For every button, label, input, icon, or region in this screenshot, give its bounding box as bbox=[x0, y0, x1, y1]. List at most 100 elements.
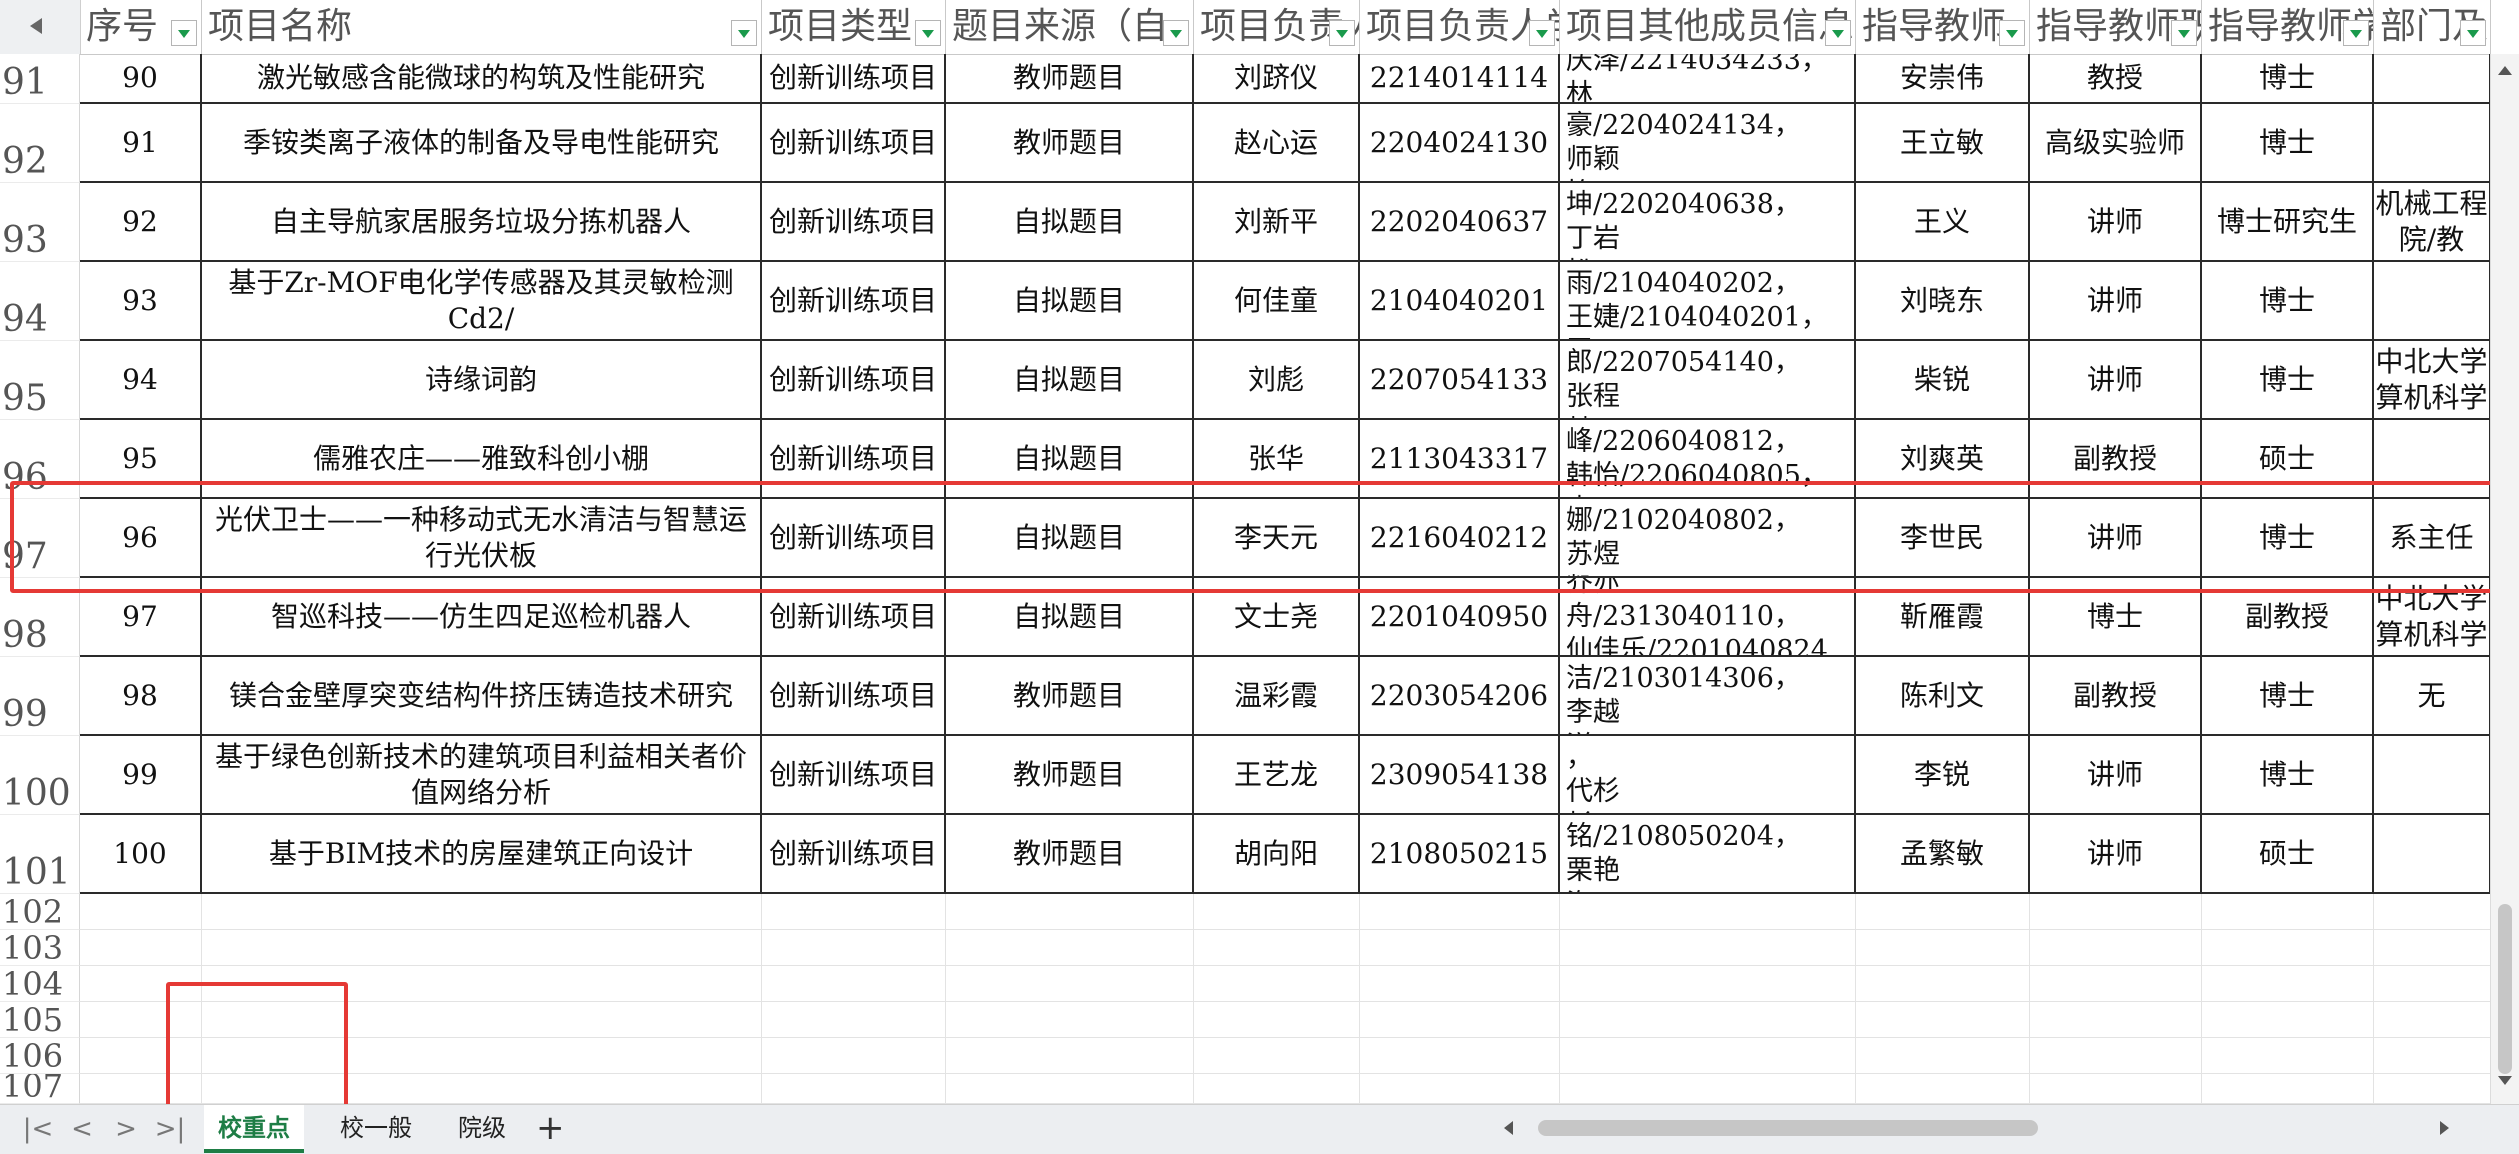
table-cell[interactable]: 刘晨雨/2104040202， 王婕/2104040201，罗 bbox=[1560, 262, 1856, 341]
table-cell[interactable]: 创新训练项目 bbox=[762, 341, 946, 420]
table-cell[interactable] bbox=[2374, 736, 2491, 815]
column-header-0[interactable]: 序号 bbox=[80, 0, 202, 54]
empty-cell[interactable] bbox=[1560, 1074, 1856, 1104]
empty-cell[interactable] bbox=[2374, 1074, 2491, 1104]
table-cell[interactable]: 刘新平 bbox=[1194, 183, 1360, 262]
empty-cell[interactable] bbox=[1856, 966, 2030, 1002]
empty-cell[interactable] bbox=[946, 894, 1194, 930]
table-cell[interactable]: 季铵类离子液体的制备及导电性能研究 bbox=[202, 104, 762, 183]
table-cell[interactable]: 2108050215 bbox=[1360, 815, 1560, 894]
table-cell[interactable]: 2104040201 bbox=[1360, 262, 1560, 341]
table-cell[interactable]: 李锐 bbox=[1856, 736, 2030, 815]
table-cell[interactable]: 胡向阳 bbox=[1194, 815, 1360, 894]
vertical-scrollbar[interactable] bbox=[2490, 54, 2519, 1104]
row-header[interactable]: 103 bbox=[0, 930, 80, 966]
table-cell[interactable]: 98 bbox=[80, 657, 202, 736]
table-cell[interactable]: 讲师 bbox=[2030, 341, 2202, 420]
column-header-2[interactable]: 项目类型 bbox=[762, 0, 946, 54]
filter-dropdown-icon[interactable] bbox=[1999, 20, 2025, 46]
filter-dropdown-icon[interactable] bbox=[1529, 20, 1555, 46]
table-cell[interactable]: 92 bbox=[80, 183, 202, 262]
table-cell[interactable]: 讲师 bbox=[2030, 262, 2202, 341]
table-cell[interactable]: 博士 bbox=[2202, 262, 2374, 341]
sheet-tab-0[interactable]: 校重点 bbox=[204, 1105, 304, 1153]
column-header-3[interactable]: 题目来源（自 bbox=[946, 0, 1194, 54]
filter-dropdown-icon[interactable] bbox=[915, 20, 941, 46]
table-cell[interactable]: 安崇伟 bbox=[1856, 54, 2030, 104]
empty-cell[interactable] bbox=[1560, 1038, 1856, 1074]
table-cell[interactable]: 王立敏 bbox=[1856, 104, 2030, 183]
scroll-right-icon[interactable] bbox=[2440, 1121, 2449, 1135]
empty-cell[interactable] bbox=[762, 930, 946, 966]
empty-cell[interactable] bbox=[762, 1002, 946, 1038]
sheet-tab-1[interactable]: 校一般 bbox=[326, 1105, 426, 1151]
table-cell[interactable]: 孟繁敏 bbox=[1856, 815, 2030, 894]
sheet-nav-next-icon[interactable]: > bbox=[108, 1111, 144, 1147]
filter-dropdown-icon[interactable] bbox=[1163, 20, 1189, 46]
column-header-7[interactable]: 指导教师 bbox=[1856, 0, 2030, 54]
add-sheet-button[interactable]: + bbox=[536, 1105, 565, 1151]
table-cell[interactable]: 孙旭铭/2108050204， 栗艳海/2108050226， bbox=[1560, 815, 1856, 894]
empty-cell[interactable] bbox=[1560, 966, 1856, 1002]
sheet-nav-prev-icon[interactable]: < bbox=[64, 1111, 100, 1147]
table-cell[interactable]: 99 bbox=[80, 736, 202, 815]
table-cell[interactable]: 李玉豪/2204024134， 师颖怡/2104024110， bbox=[1560, 104, 1856, 183]
table-cell[interactable]: 创新训练项目 bbox=[762, 262, 946, 341]
row-header[interactable]: 107 bbox=[0, 1074, 80, 1104]
row-header[interactable]: 93 bbox=[0, 183, 80, 262]
empty-cell[interactable] bbox=[1194, 1074, 1360, 1104]
empty-cell[interactable] bbox=[2030, 894, 2202, 930]
empty-cell[interactable] bbox=[1360, 930, 1560, 966]
empty-cell[interactable] bbox=[1856, 894, 2030, 930]
table-cell[interactable] bbox=[2374, 262, 2491, 341]
filter-dropdown-icon[interactable] bbox=[2460, 20, 2486, 46]
table-cell[interactable]: 博士研究生 bbox=[2202, 183, 2374, 262]
table-cell[interactable]: 93 bbox=[80, 262, 202, 341]
empty-cell[interactable] bbox=[1560, 930, 1856, 966]
sheet-tab-2[interactable]: 院级 bbox=[444, 1105, 520, 1151]
column-header-5[interactable]: 项目负责人学号 bbox=[1360, 0, 1560, 54]
empty-cell[interactable] bbox=[2030, 930, 2202, 966]
table-cell[interactable] bbox=[2374, 54, 2491, 104]
empty-cell[interactable] bbox=[202, 930, 762, 966]
empty-cell[interactable] bbox=[2202, 894, 2374, 930]
table-cell[interactable]: 刘彪 bbox=[1194, 341, 1360, 420]
empty-cell[interactable] bbox=[1856, 1002, 2030, 1038]
table-cell[interactable]: 自拟题目 bbox=[946, 341, 1194, 420]
filter-dropdown-icon[interactable] bbox=[731, 20, 757, 46]
row-header[interactable]: 105 bbox=[0, 1002, 80, 1038]
table-cell[interactable]: 90 bbox=[80, 54, 202, 104]
empty-cell[interactable] bbox=[946, 1038, 1194, 1074]
table-cell[interactable]: 91 bbox=[80, 104, 202, 183]
empty-cell[interactable] bbox=[1856, 930, 2030, 966]
table-cell[interactable]: 柴锐 bbox=[1856, 341, 2030, 420]
table-cell[interactable]: 诗缘词韵 bbox=[202, 341, 762, 420]
row-header[interactable]: 104 bbox=[0, 966, 80, 1002]
filter-dropdown-icon[interactable] bbox=[2171, 20, 2197, 46]
table-cell[interactable]: 2203054206 bbox=[1360, 657, 1560, 736]
table-cell[interactable]: 博士 bbox=[2202, 341, 2374, 420]
row-header[interactable]: 101 bbox=[0, 815, 80, 894]
empty-cell[interactable] bbox=[1194, 966, 1360, 1002]
empty-cell[interactable] bbox=[762, 1074, 946, 1104]
table-cell[interactable]: 赵心运 bbox=[1194, 104, 1360, 183]
table-cell[interactable]: 博士 bbox=[2202, 104, 2374, 183]
column-header-4[interactable]: 项目负责人 bbox=[1194, 0, 1360, 54]
table-cell[interactable]: 郭芷洁/2103014306， 李越洋/2203054231， bbox=[1560, 657, 1856, 736]
empty-cell[interactable] bbox=[2202, 966, 2374, 1002]
empty-cell[interactable] bbox=[2374, 930, 2491, 966]
row-header[interactable]: 99 bbox=[0, 657, 80, 736]
table-cell[interactable]: 庆泽/2214034233，林 bbox=[1560, 54, 1856, 104]
table-cell[interactable]: 创新训练项目 bbox=[762, 736, 946, 815]
table-cell[interactable]: 94 bbox=[80, 341, 202, 420]
empty-cell[interactable] bbox=[1856, 1074, 2030, 1104]
filter-dropdown-icon[interactable] bbox=[1329, 20, 1355, 46]
empty-cell[interactable] bbox=[2202, 1038, 2374, 1074]
table-cell[interactable]: 2202040637 bbox=[1360, 183, 1560, 262]
table-cell[interactable]: 博士 bbox=[2202, 54, 2374, 104]
table-cell[interactable]: 创新训练项目 bbox=[762, 104, 946, 183]
empty-cell[interactable] bbox=[2030, 1038, 2202, 1074]
empty-cell[interactable] bbox=[2374, 1038, 2491, 1074]
row-header[interactable]: 100 bbox=[0, 736, 80, 815]
table-cell[interactable]: 教师题目 bbox=[946, 815, 1194, 894]
